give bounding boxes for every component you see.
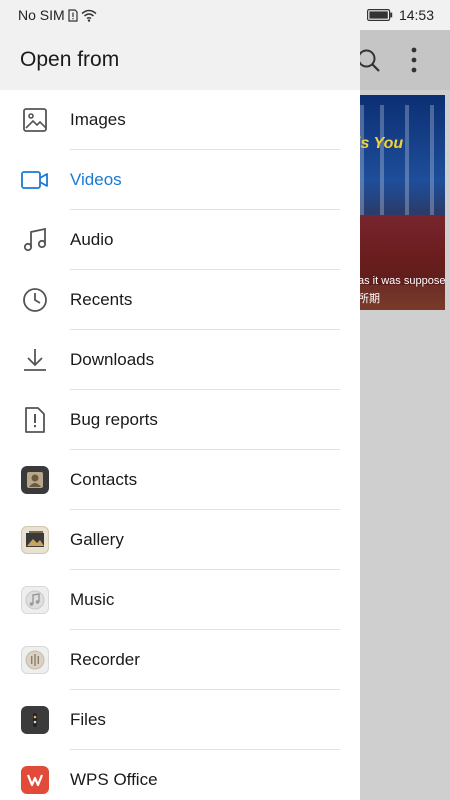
video-thumbnail[interactable]: is You as it was suppose 所期 xyxy=(350,95,445,310)
drawer-header: Open from xyxy=(0,30,360,90)
music-app-badge xyxy=(21,586,49,614)
video-camera-icon xyxy=(21,166,49,194)
drawer-item-label: Files xyxy=(70,710,106,729)
drawer-item-music[interactable]: Music xyxy=(0,570,360,630)
drawer-item-recents[interactable]: Recents xyxy=(0,270,360,330)
files-app-badge xyxy=(21,706,49,734)
more-options-icon[interactable] xyxy=(410,46,418,79)
thumbnail-caption: 所期 xyxy=(358,293,380,305)
drawer-item-label: Gallery xyxy=(70,530,124,549)
drawer-item-wps-office[interactable]: WPS Office xyxy=(0,750,360,800)
drawer-title: Open from xyxy=(20,48,120,71)
clock-time: 14:53 xyxy=(398,7,434,23)
wps-office-app-icon xyxy=(21,766,49,794)
wifi-icon xyxy=(81,9,97,22)
thumbnail-title: is You xyxy=(356,135,404,152)
thumbnail-subtitle: as it was suppose xyxy=(358,275,445,287)
drawer-item-downloads[interactable]: Downloads xyxy=(0,330,360,390)
bug-report-icon xyxy=(21,406,49,434)
drawer-item-label: Music xyxy=(70,590,115,609)
status-right: 14:53 xyxy=(366,7,434,23)
thumbnail-stripe xyxy=(380,105,384,215)
recorder-app-badge xyxy=(21,646,49,674)
drawer-item-audio[interactable]: Audio xyxy=(0,210,360,270)
drawer-item-label: Bug reports xyxy=(70,410,158,429)
thumbnail-stripe xyxy=(405,105,409,215)
wps-office-app-badge xyxy=(21,766,49,794)
drawer-list: Images Videos Audio Recents Downloads Bu… xyxy=(0,90,360,800)
battery-icon xyxy=(366,9,393,21)
download-icon xyxy=(21,346,49,374)
drawer-item-files[interactable]: Files xyxy=(0,690,360,750)
drawer-item-gallery[interactable]: Gallery xyxy=(0,510,360,570)
contacts-app-badge xyxy=(21,466,49,494)
drawer-item-label: Downloads xyxy=(70,350,155,369)
gallery-app-icon xyxy=(21,526,49,554)
status-bar: No SIM 14:53 xyxy=(0,0,450,30)
drawer-item-label: Recorder xyxy=(70,650,140,669)
drawer-item-label: Contacts xyxy=(70,470,138,489)
thumbnail-stripe xyxy=(430,105,434,215)
drawer-item-images[interactable]: Images xyxy=(0,90,360,150)
carrier-text: No SIM xyxy=(18,7,65,23)
files-app-icon xyxy=(21,706,49,734)
recorder-app-icon xyxy=(21,646,49,674)
drawer-item-label: WPS Office xyxy=(70,770,158,789)
thumbnail-stripe xyxy=(360,105,364,215)
contacts-app-icon xyxy=(21,466,49,494)
drawer-item-videos[interactable]: Videos xyxy=(0,150,360,210)
music-note-icon xyxy=(21,226,49,254)
drawer-item-label: Images xyxy=(70,110,126,129)
gallery-app-badge xyxy=(21,526,49,554)
no-sim-icon xyxy=(68,8,78,22)
drawer-item-label: Videos xyxy=(70,170,122,189)
drawer-item-bug-reports[interactable]: Bug reports xyxy=(0,390,360,450)
open-from-drawer: Open from Images Videos Audio Recents Do… xyxy=(0,30,360,800)
drawer-item-contacts[interactable]: Contacts xyxy=(0,450,360,510)
status-left: No SIM xyxy=(18,7,97,23)
drawer-item-label: Audio xyxy=(70,230,114,249)
image-icon xyxy=(21,106,49,134)
clock-icon xyxy=(21,286,49,314)
drawer-item-recorder[interactable]: Recorder xyxy=(0,630,360,690)
drawer-item-label: Recents xyxy=(70,290,133,309)
music-app-icon xyxy=(21,586,49,614)
